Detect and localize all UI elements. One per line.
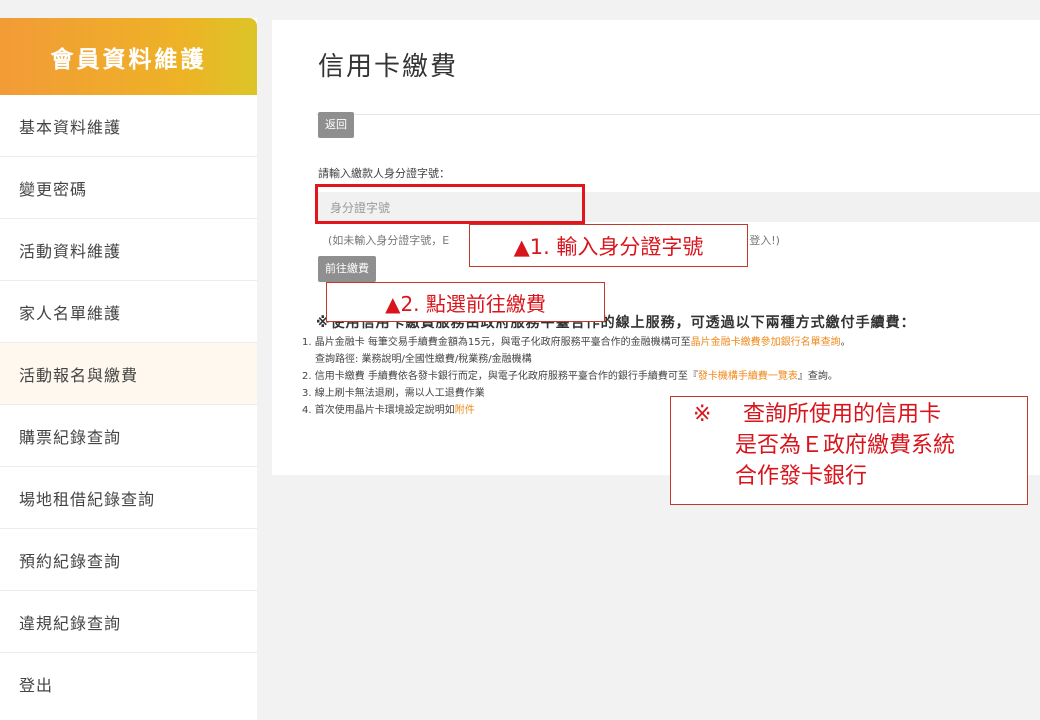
go-to-payment-button[interactable]: 前往繳費 xyxy=(318,256,376,282)
step1-callout: ▲1. 輸入身分證字號 xyxy=(469,224,748,267)
page-title: 信用卡繳費 xyxy=(318,52,459,82)
sidebar-item-basic-info[interactable]: 基本資料維護 xyxy=(0,95,257,157)
note-4-text: 4. 首次使用晶片卡環境設定說明如 xyxy=(302,405,455,416)
hint-suffix: 登入!) xyxy=(749,234,780,247)
note-2-text: 2. 信用卡繳費 手續費依各發卡銀行而定，與電子化政府服務平臺合作的銀行手續費可… xyxy=(302,371,698,382)
note-3-text: 3. 線上刷卡無法退刷，需以人工退費作業 xyxy=(302,388,485,399)
note-2-end: 』查詢。 xyxy=(797,371,838,382)
back-button[interactable]: 返回 xyxy=(318,112,354,138)
sidebar-item-ticket-records[interactable]: 購票紀錄查詢 xyxy=(0,405,257,467)
note-1-text: 1. 晶片金融卡 每筆交易手續費金額為15元，與電子化政府服務平臺合作的金融機構… xyxy=(302,337,691,348)
sidebar-item-activity-info[interactable]: 活動資料維護 xyxy=(0,219,257,281)
attachment-link[interactable]: 附件 xyxy=(455,405,475,416)
bank-check-line3: 合作發卡銀行 xyxy=(735,464,868,489)
title-divider xyxy=(316,114,1040,115)
hint-prefix: (如未輸入身分證字號，E xyxy=(328,234,450,247)
bank-check-callout: ※ 查詢所使用的信用卡 是否為Ｅ政府繳費系統 合作發卡銀行 xyxy=(670,396,1028,505)
chip-card-bank-list-link[interactable]: 晶片金融卡繳費參加銀行名單查詢 xyxy=(691,337,841,348)
sidebar: 會員資料維護 基本資料維護 變更密碼 活動資料維護 家人名單維護 活動報名與繳費… xyxy=(0,18,257,720)
bank-check-line2: 是否為Ｅ政府繳費系統 xyxy=(735,433,956,458)
sidebar-item-family-list[interactable]: 家人名單維護 xyxy=(0,281,257,343)
sidebar-item-registration-payment[interactable]: 活動報名與繳費 xyxy=(0,343,257,405)
note-item-2: 2. 信用卡繳費 手續費依各發卡銀行而定，與電子化政府服務平臺合作的銀行手續費可… xyxy=(302,368,851,385)
id-field-label: 請輸入繳款人身分證字號： xyxy=(318,167,450,180)
sidebar-item-change-password[interactable]: 變更密碼 xyxy=(0,157,257,219)
note-item-1-path: 查詢路徑: 業務說明/全國性繳費/稅業務/金融機構 xyxy=(302,351,851,368)
sidebar-title: 會員資料維護 xyxy=(0,18,257,95)
note-item-1: 1. 晶片金融卡 每筆交易手續費金額為15元，與電子化政府服務平臺合作的金融機構… xyxy=(302,334,851,351)
bank-check-line1: 查詢所使用的信用卡 xyxy=(743,402,942,427)
sidebar-item-reservation-records[interactable]: 預約紀錄查詢 xyxy=(0,529,257,591)
sidebar-item-venue-rental-records[interactable]: 場地租借紀錄查詢 xyxy=(0,467,257,529)
issuer-fee-table-link[interactable]: 發卡機構手續費一覽表 xyxy=(698,371,798,382)
input-highlight-box xyxy=(315,184,585,224)
note-1-end: 。 xyxy=(840,337,851,348)
note-mark: ※ xyxy=(693,402,712,427)
sidebar-item-violation-records[interactable]: 違規紀錄查詢 xyxy=(0,591,257,653)
sidebar-item-logout[interactable]: 登出 xyxy=(0,653,257,715)
step2-callout: ▲2. 點選前往繳費 xyxy=(326,282,605,322)
note-1-path: 查詢路徑: 業務說明/全國性繳費/稅業務/金融機構 xyxy=(315,354,532,365)
